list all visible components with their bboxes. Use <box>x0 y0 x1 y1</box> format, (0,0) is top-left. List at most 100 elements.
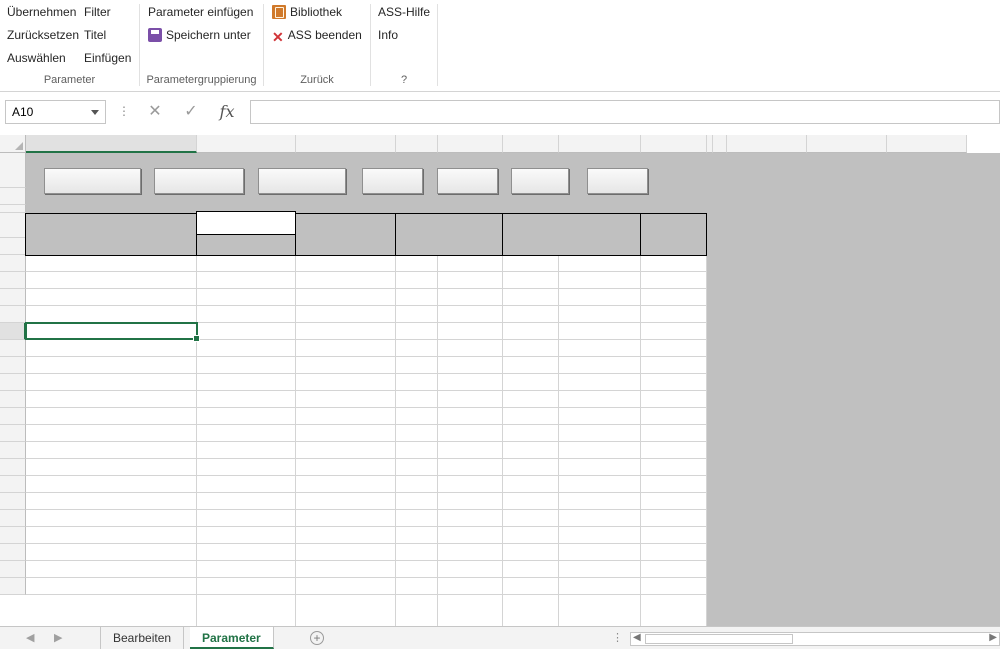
scroll-right-icon[interactable]: ▶ <box>989 632 997 643</box>
table-cell[interactable] <box>438 255 503 272</box>
ribbon-parameter-einfuegen-button[interactable]: Parameter einfügen <box>148 4 253 20</box>
form-button-zurcksetzen[interactable] <box>154 168 244 194</box>
ribbon-zuruecksetzen-button[interactable]: Zurücksetzen <box>7 27 79 43</box>
scroll-left-icon[interactable]: ◀ <box>633 632 641 643</box>
table-cell[interactable] <box>503 272 559 289</box>
column-header-j[interactable] <box>713 135 727 153</box>
table-cell[interactable] <box>641 306 707 323</box>
row-header-9[interactable] <box>0 306 26 323</box>
column-header-a[interactable] <box>26 135 197 153</box>
form-button-filter[interactable] <box>362 168 423 194</box>
row-header-14[interactable] <box>0 391 26 408</box>
row-header-3[interactable] <box>0 205 26 213</box>
row-header-11[interactable] <box>0 340 26 357</box>
column-header-e[interactable] <box>438 135 503 153</box>
more-options-icon[interactable]: ⋮ <box>612 631 623 644</box>
table-cell[interactable] <box>503 255 559 272</box>
column-header-h[interactable] <box>641 135 707 153</box>
table-cell[interactable] <box>503 289 559 306</box>
table-cell[interactable] <box>641 255 707 272</box>
table-cell[interactable] <box>396 272 438 289</box>
form-button-einfgen[interactable] <box>511 168 569 194</box>
ribbon-uebernehmen-button[interactable]: Übernehmen <box>7 4 76 20</box>
table-cell[interactable] <box>559 255 641 272</box>
table-cell[interactable] <box>296 272 396 289</box>
form-button-auswhlen[interactable] <box>258 168 346 194</box>
chevron-left-icon[interactable]: ◀ <box>26 631 34 644</box>
select-all-corner[interactable] <box>0 135 26 153</box>
column-header-c[interactable] <box>296 135 396 153</box>
row-header-19[interactable] <box>0 476 26 493</box>
table-cell[interactable] <box>559 306 641 323</box>
ribbon-filter-button[interactable]: Filter <box>84 4 111 20</box>
horizontal-scrollbar[interactable]: ◀ ▶ <box>630 632 1000 646</box>
row-header-25[interactable] <box>0 578 26 595</box>
row-header-12[interactable] <box>0 357 26 374</box>
scrollbar-thumb[interactable] <box>645 634 793 644</box>
row-header-1[interactable] <box>0 153 26 188</box>
table-cell[interactable] <box>438 272 503 289</box>
sheet-tab-parameter[interactable]: Parameter <box>190 627 274 649</box>
chevron-right-icon[interactable]: ▶ <box>54 631 62 644</box>
confirm-formula-icon[interactable]: ✓ <box>176 100 206 124</box>
table-cell[interactable] <box>438 306 503 323</box>
table-cell[interactable] <box>503 306 559 323</box>
name-box[interactable]: A10 <box>5 100 106 124</box>
form-button-bernehmen[interactable] <box>44 168 141 194</box>
row-header-15[interactable] <box>0 408 26 425</box>
prompt-input[interactable] <box>196 211 296 235</box>
table-cell[interactable] <box>296 289 396 306</box>
column-header-m[interactable] <box>887 135 967 153</box>
table-cell[interactable] <box>26 255 197 272</box>
table-cell[interactable] <box>396 255 438 272</box>
ribbon-auswaehlen-button[interactable]: Auswählen <box>7 50 66 66</box>
ribbon-info-button[interactable]: Info <box>378 27 398 43</box>
table-cell[interactable] <box>26 289 197 306</box>
ribbon-einfuegen-button[interactable]: Einfügen <box>84 50 131 66</box>
add-sheet-icon[interactable]: + <box>310 631 324 645</box>
table-cell[interactable] <box>197 289 296 306</box>
column-header-k[interactable] <box>727 135 807 153</box>
row-header-8[interactable] <box>0 289 26 306</box>
form-button-hilfe[interactable] <box>587 168 648 194</box>
table-cell[interactable] <box>438 289 503 306</box>
row-header-23[interactable] <box>0 544 26 561</box>
row-header-24[interactable] <box>0 561 26 578</box>
form-button-titel[interactable] <box>437 168 498 194</box>
row-header-22[interactable] <box>0 527 26 544</box>
row-header-5[interactable] <box>0 238 26 255</box>
row-header-2[interactable] <box>0 188 26 205</box>
table-cell[interactable] <box>296 255 396 272</box>
column-header-g[interactable] <box>559 135 641 153</box>
ribbon-ass-hilfe-button[interactable]: ASS-Hilfe <box>378 4 430 20</box>
table-cell[interactable] <box>296 306 396 323</box>
row-header-21[interactable] <box>0 510 26 527</box>
row-header-4[interactable] <box>0 213 26 238</box>
table-cell[interactable] <box>559 272 641 289</box>
chevron-down-icon[interactable] <box>91 110 99 115</box>
column-header-d[interactable] <box>396 135 438 153</box>
row-header-7[interactable] <box>0 272 26 289</box>
ribbon-bibliothek-button[interactable]: Bibliothek <box>272 4 342 20</box>
more-options-icon[interactable]: ⋮ <box>118 104 130 118</box>
row-header-10[interactable] <box>0 323 26 340</box>
table-cell[interactable] <box>396 306 438 323</box>
table-cell[interactable] <box>396 289 438 306</box>
row-header-18[interactable] <box>0 459 26 476</box>
column-header-f[interactable] <box>503 135 559 153</box>
table-cell[interactable] <box>26 272 197 289</box>
row-header-13[interactable] <box>0 374 26 391</box>
row-header-16[interactable] <box>0 425 26 442</box>
table-cell[interactable] <box>559 289 641 306</box>
sheet-tab-bearbeiten[interactable]: Bearbeiten <box>100 627 185 649</box>
selected-cell-a10[interactable] <box>25 322 200 342</box>
column-header-l[interactable] <box>807 135 887 153</box>
row-header-6[interactable] <box>0 255 26 272</box>
table-cell[interactable] <box>641 272 707 289</box>
row-header-20[interactable] <box>0 493 26 510</box>
table-cell[interactable] <box>26 306 197 323</box>
row-header-17[interactable] <box>0 442 26 459</box>
ribbon-titel-button[interactable]: Titel <box>84 27 106 43</box>
table-cell[interactable] <box>641 289 707 306</box>
table-cell[interactable] <box>197 272 296 289</box>
